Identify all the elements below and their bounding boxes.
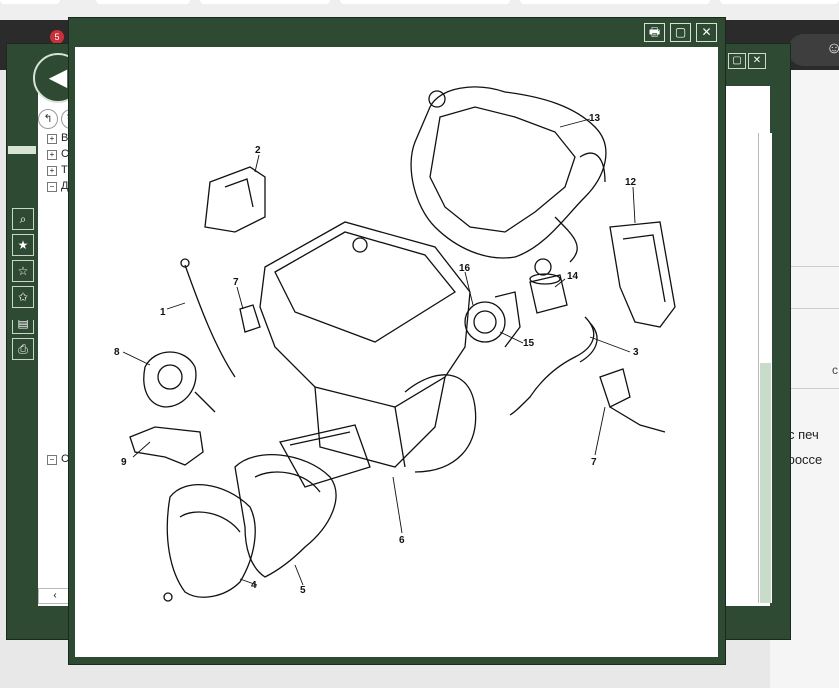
background-text: с [832, 363, 838, 377]
tree-item[interactable]: + Т [47, 164, 68, 176]
callout-label: 3 [633, 347, 639, 358]
up-arrow-icon[interactable]: ↰ [38, 109, 58, 129]
tab-strip-item[interactable] [200, 0, 330, 4]
close-button[interactable]: ✕ [748, 53, 766, 69]
callout-label: 12 [625, 177, 637, 188]
tab-strip-item[interactable] [520, 0, 710, 4]
panel-band [8, 308, 38, 320]
callout-label: 14 [567, 271, 579, 282]
manual-window-controls: ▢ ✕ [726, 50, 766, 69]
expand-icon[interactable]: + [47, 134, 57, 144]
engine-exploded-diagram: 1 2 3 4 5 6 7 7 8 9 12 13 14 15 16 [114, 86, 676, 602]
callout-label: 1 [160, 307, 166, 318]
tab-strip-item[interactable] [0, 0, 60, 4]
print-icon[interactable]: ⎙ [12, 338, 34, 360]
print-icon[interactable]: 🖶 [644, 23, 665, 42]
panel-strip [8, 146, 36, 154]
collapse-icon[interactable]: − [47, 455, 57, 465]
diagram-window-controls: 🖶 ▢ ✕ [639, 23, 717, 42]
restore-button[interactable]: ▢ [670, 23, 691, 42]
callout-label: 6 [399, 535, 405, 546]
diagram-window: 🖶 ▢ ✕ 1 2 3 4 5 6 7 7 8 9 12 13 14 15 16 [68, 17, 726, 665]
left-toolbar: ⌕ ★ ☆ ✩ ▤ ⎙ [12, 208, 34, 364]
divider [790, 308, 839, 309]
tree-item-label: Т [61, 164, 68, 176]
expand-icon[interactable]: + [47, 150, 57, 160]
callout-label: 16 [459, 263, 471, 274]
close-button[interactable]: ✕ [696, 23, 717, 42]
callout-label: 8 [114, 347, 120, 358]
star-add-icon[interactable]: ☆ [12, 260, 34, 282]
callout-label: 9 [121, 457, 127, 468]
callout-label: 4 [251, 580, 257, 591]
maximize-button[interactable]: ▢ [728, 53, 746, 69]
tab-strip-item[interactable] [340, 0, 510, 4]
callout-label: 7 [233, 277, 239, 288]
collapse-icon[interactable]: − [47, 182, 57, 192]
tab-strip-item[interactable] [96, 0, 190, 4]
star-remove-icon[interactable]: ✩ [12, 286, 34, 308]
scroll-left-button[interactable]: ‹ [38, 588, 72, 604]
callout-label: 15 [523, 338, 535, 349]
star-icon[interactable]: ★ [12, 234, 34, 256]
tab-strip-item[interactable] [720, 0, 839, 4]
tree-item[interactable]: − Д [47, 180, 68, 192]
engine-diagram-pane: 1 2 3 4 5 6 7 7 8 9 12 13 14 15 16 [75, 47, 718, 657]
tree-item[interactable]: + В [47, 132, 68, 144]
callout-label: 7 [591, 457, 597, 468]
background-text: с печ [788, 427, 819, 442]
search-icon[interactable]: ⌕ [12, 208, 34, 230]
scrollbar-thumb[interactable] [760, 363, 771, 603]
callout-label: 13 [589, 113, 601, 124]
callout-label: 5 [300, 585, 306, 596]
profile-icon: ☺ [826, 40, 839, 57]
divider [790, 266, 839, 267]
callout-label: 2 [255, 145, 261, 156]
tree-item[interactable]: − С [47, 453, 69, 465]
expand-icon[interactable]: + [47, 166, 57, 176]
vertical-scrollbar[interactable] [758, 133, 772, 603]
divider [790, 388, 839, 389]
tree-item[interactable]: + С [47, 148, 69, 160]
profile-pill[interactable]: ☺ [788, 34, 839, 66]
notification-badge[interactable]: 5 [50, 30, 64, 44]
